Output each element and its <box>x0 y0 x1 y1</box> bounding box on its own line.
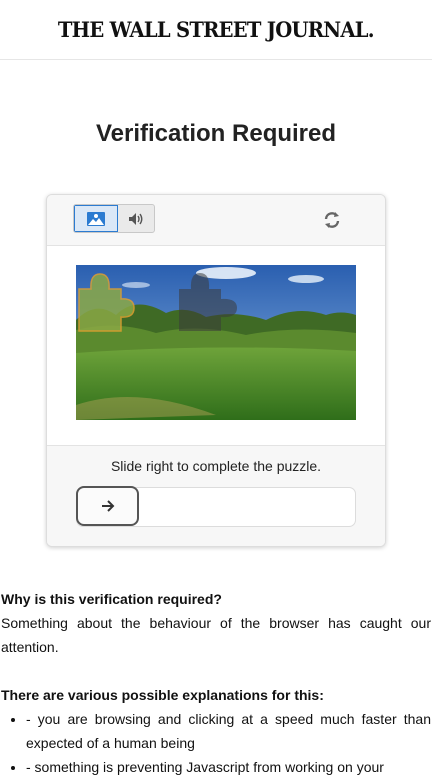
list-item: - something is preventing Javascript fro… <box>26 755 431 779</box>
explanation-list-heading: There are various possible explanations … <box>1 687 324 703</box>
explanation-question: Why is this verification required? <box>1 591 222 607</box>
page-title: Verification Required <box>95 120 337 147</box>
refresh-icon <box>324 212 340 228</box>
speaker-icon <box>129 212 143 225</box>
captcha-slider-area: Slide right to complete the puzzle. <box>47 446 385 546</box>
captcha-card: Slide right to complete the puzzle. <box>46 194 386 547</box>
refresh-button[interactable] <box>321 209 343 231</box>
captcha-mode-toggle <box>73 204 155 233</box>
list-item: - you are browsing and clicking at a spe… <box>26 707 431 755</box>
captcha-toolbar <box>47 195 385 246</box>
audio-mode-button[interactable] <box>118 205 154 232</box>
instruction-text: Slide right to complete the puzzle. <box>110 458 322 474</box>
masthead: THE WALL STREET JOURNAL. <box>0 0 432 60</box>
image-icon <box>87 211 105 226</box>
explanation-section: Why is this verification required? Somet… <box>1 587 431 779</box>
slider-handle[interactable] <box>76 486 139 526</box>
captcha-image-area <box>47 246 385 446</box>
reasons-list: - you are browsing and clicking at a spe… <box>1 707 431 779</box>
puzzle-image <box>76 265 356 420</box>
explanation-answer: Something about the behaviour of the bro… <box>1 615 431 655</box>
arrow-right-icon <box>101 500 114 512</box>
image-mode-button[interactable] <box>74 205 118 232</box>
masthead-logo: THE WALL STREET JOURNAL. <box>58 17 375 42</box>
